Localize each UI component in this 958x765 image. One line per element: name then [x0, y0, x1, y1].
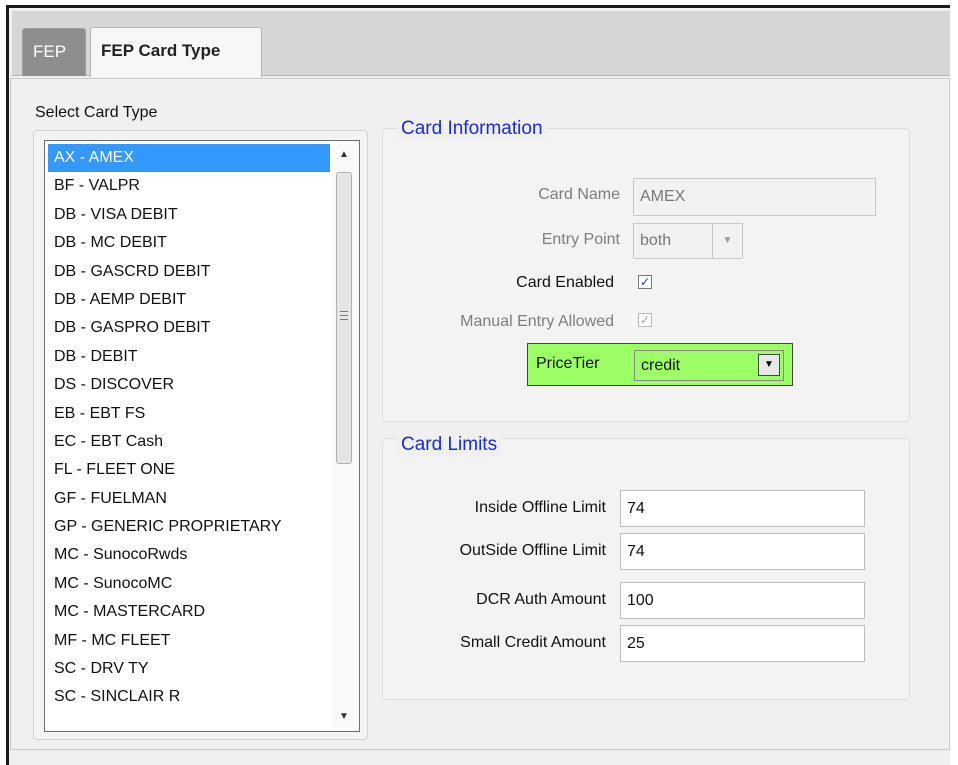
- tab-strip: FEP FEP Card Type: [12, 11, 958, 77]
- listbox-scrollbar[interactable]: ▲ ▼: [332, 144, 356, 728]
- scroll-thumb[interactable]: [336, 172, 352, 464]
- manual-entry-allowed-checkbox[interactable]: ✓: [638, 313, 652, 327]
- list-item[interactable]: DB - MC DEBIT: [48, 229, 330, 257]
- list-item[interactable]: MC - SunocoMC: [48, 570, 330, 598]
- price-tier-select[interactable]: credit ▼: [634, 350, 784, 381]
- card-name-field[interactable]: AMEX: [633, 178, 876, 216]
- chevron-down-icon[interactable]: ▼: [712, 224, 742, 258]
- card-enabled-label: Card Enabled: [516, 274, 614, 291]
- small-credit-amount-field[interactable]: 25: [620, 625, 865, 662]
- card-type-list: AX - AMEX BF - VALPR DB - VISA DEBIT DB - M…: [48, 144, 330, 712]
- list-item[interactable]: DS - DISCOVER: [48, 371, 330, 399]
- chevron-down-icon[interactable]: ▼: [758, 354, 780, 376]
- list-item[interactable]: DB - DEBIT: [48, 343, 330, 371]
- window-edge: [950, 5, 958, 765]
- outside-offline-limit-field[interactable]: 74: [620, 533, 865, 570]
- list-item[interactable]: GP - GENERIC PROPRIETARY: [48, 513, 330, 541]
- list-item[interactable]: EB - EBT FS: [48, 400, 330, 428]
- list-item[interactable]: SC - DRV TY: [48, 655, 330, 683]
- tab-fep-card-type[interactable]: FEP Card Type: [90, 27, 262, 77]
- list-item[interactable]: DB - GASPRO DEBIT: [48, 314, 330, 342]
- select-card-type-label: Select Card Type: [35, 104, 158, 121]
- scroll-down-arrow-icon[interactable]: ▼: [332, 706, 356, 728]
- grip-line: [340, 319, 348, 320]
- list-item[interactable]: SC - SINCLAIR R: [48, 683, 330, 711]
- card-limits-title: Card Limits: [397, 434, 502, 456]
- price-tier-highlight: PriceTier credit ▼: [527, 343, 793, 386]
- card-enabled-checkbox[interactable]: ✓: [638, 275, 652, 289]
- list-item[interactable]: DB - VISA DEBIT: [48, 201, 330, 229]
- small-credit-amount-label: Small Credit Amount: [460, 634, 606, 651]
- entry-point-value: both: [640, 232, 672, 249]
- tab-fep[interactable]: FEP: [22, 28, 86, 76]
- card-type-listbox[interactable]: AX - AMEX BF - VALPR DB - VISA DEBIT DB - M…: [44, 140, 360, 732]
- grip-line: [340, 315, 348, 316]
- card-information-title: Card Information: [397, 118, 547, 140]
- entry-point-select[interactable]: both ▼: [633, 223, 743, 259]
- list-item[interactable]: FL - FLEET ONE: [48, 456, 330, 484]
- dcr-auth-amount-field[interactable]: 100: [620, 582, 865, 619]
- list-item[interactable]: MF - MC FLEET: [48, 627, 330, 655]
- list-item[interactable]: MC - MASTERCARD: [48, 598, 330, 626]
- grip-line: [340, 311, 348, 312]
- price-tier-label: PriceTier: [536, 355, 600, 372]
- dcr-auth-amount-label: DCR Auth Amount: [476, 591, 606, 608]
- price-tier-value: credit: [641, 357, 681, 374]
- list-item[interactable]: BF - VALPR: [48, 172, 330, 200]
- manual-entry-allowed-label: Manual Entry Allowed: [460, 313, 614, 330]
- list-item[interactable]: EC - EBT Cash: [48, 428, 330, 456]
- list-item[interactable]: MC - SunocoRwds: [48, 541, 330, 569]
- inside-offline-limit-label: Inside Offline Limit: [474, 499, 606, 516]
- outside-offline-limit-label: OutSide Offline Limit: [459, 542, 606, 559]
- entry-point-label: Entry Point: [541, 231, 620, 248]
- inside-offline-limit-field[interactable]: 74: [620, 490, 865, 527]
- card-name-label: Card Name: [538, 186, 620, 203]
- list-item[interactable]: AX - AMEX: [48, 144, 330, 173]
- scroll-up-arrow-icon[interactable]: ▲: [332, 144, 356, 166]
- list-item[interactable]: GF - FUELMAN: [48, 485, 330, 513]
- list-item[interactable]: DB - GASCRD DEBIT: [48, 258, 330, 286]
- list-item[interactable]: DB - AEMP DEBIT: [48, 286, 330, 314]
